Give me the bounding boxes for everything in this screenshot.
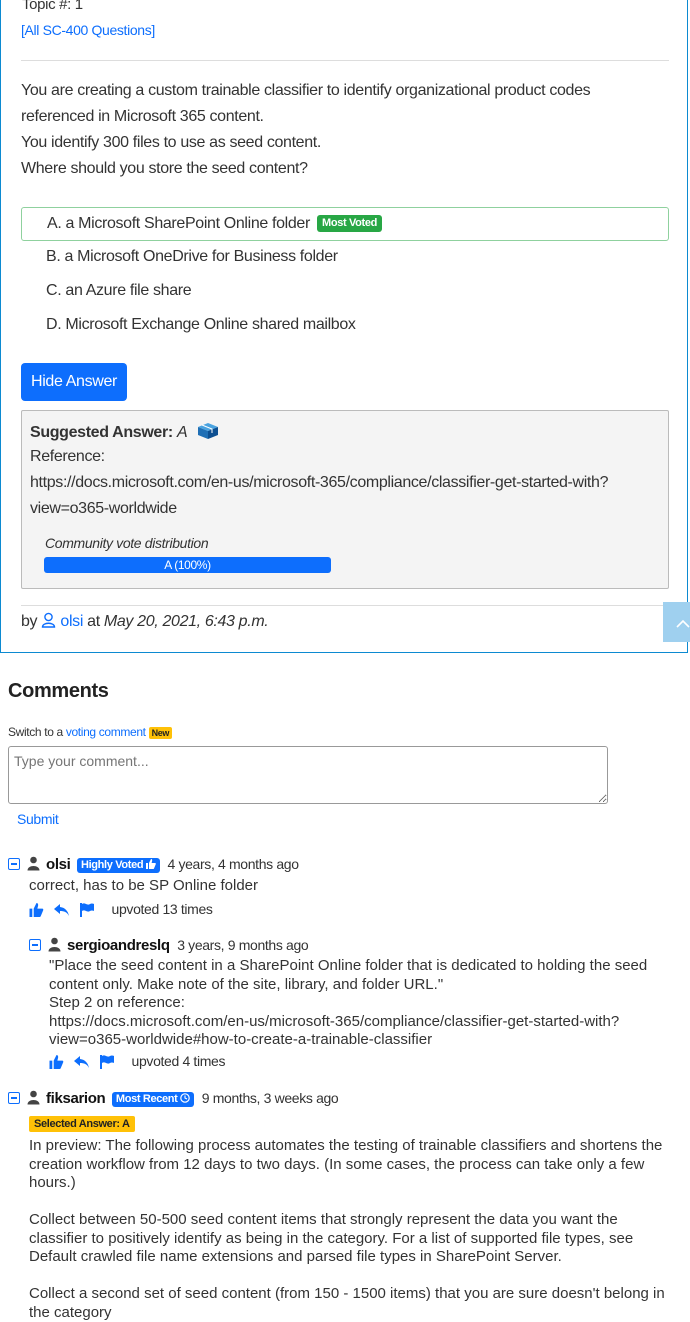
upvote-count: upvoted 13 times bbox=[111, 901, 213, 917]
upvote-icon[interactable] bbox=[49, 1055, 64, 1069]
comment-time: 4 years, 4 months ago bbox=[167, 856, 299, 872]
comment-username[interactable]: sergioandreslq bbox=[67, 937, 170, 954]
choice-label: B. a Microsoft OneDrive for Business fol… bbox=[46, 248, 338, 265]
most-recent-badge: Most Recent bbox=[111, 1092, 195, 1107]
comment-username[interactable]: fiksarion bbox=[46, 1090, 106, 1107]
question-line: You identify 300 files to use as seed co… bbox=[21, 134, 321, 151]
topic-number: Topic #: 1 bbox=[22, 0, 83, 13]
collapse-icon[interactable] bbox=[8, 1092, 20, 1104]
clock-icon bbox=[180, 1093, 191, 1103]
divider bbox=[21, 605, 669, 606]
vote-distribution-bar: A (100%) bbox=[44, 557, 331, 573]
selected-answer-badge: Selected Answer: A bbox=[29, 1116, 135, 1132]
voting-switch: Switch to a voting comment New bbox=[8, 725, 173, 739]
hide-answer-button[interactable]: Hide Answer bbox=[21, 363, 127, 401]
comment-actions: upvoted 4 times bbox=[49, 1052, 225, 1070]
comment-time: 9 months, 3 weeks ago bbox=[201, 1090, 339, 1106]
comment-body: correct, has to be SP Online folder bbox=[29, 877, 259, 894]
question-byline: by olsi at May 20, 2021, 6:43 p.m. bbox=[21, 612, 269, 633]
choice-b[interactable]: B. a Microsoft OneDrive for Business fol… bbox=[21, 241, 669, 275]
most-voted-badge: Most Voted bbox=[317, 215, 383, 233]
chevron-up-icon bbox=[676, 619, 690, 628]
question-line: Where should you store the seed content? bbox=[21, 160, 308, 177]
flag-icon[interactable] bbox=[99, 1055, 115, 1069]
scroll-to-top-button[interactable] bbox=[663, 602, 690, 642]
question-text: You are creating a custom trainable clas… bbox=[21, 78, 661, 182]
reference-url: https://docs.microsoft.com/en-us/microso… bbox=[30, 474, 609, 491]
choice-label: A. a Microsoft SharePoint Online folder bbox=[47, 215, 310, 232]
question-date: May 20, 2021, 6:43 p.m. bbox=[103, 613, 269, 630]
answer-box: Suggested Answer: A Reference: https://d… bbox=[21, 410, 669, 589]
voting-comment-link[interactable]: voting comment bbox=[66, 725, 146, 739]
comment-username[interactable]: olsi bbox=[46, 856, 71, 873]
reference-url-cont: view=o365-worldwide bbox=[30, 500, 177, 517]
collapse-icon[interactable] bbox=[8, 858, 20, 870]
suggested-answer-label: Suggested Answer: bbox=[30, 424, 173, 441]
comments-heading: Comments bbox=[8, 680, 109, 702]
divider bbox=[21, 60, 669, 61]
all-questions-link[interactable]: [All SC-400 Questions] bbox=[21, 22, 155, 38]
comment-header: sergioandreslq 3 years, 9 months ago bbox=[29, 935, 309, 957]
reference-label: Reference: bbox=[30, 448, 105, 465]
reply-icon[interactable] bbox=[53, 903, 70, 917]
choice-a[interactable]: A. a Microsoft SharePoint Online folder … bbox=[21, 207, 669, 241]
highly-voted-badge: Highly Voted bbox=[77, 858, 160, 873]
badge-label: Highly Voted bbox=[81, 859, 144, 871]
comment-body: "Place the seed content in a SharePoint … bbox=[49, 957, 648, 1048]
author-link[interactable]: olsi bbox=[60, 613, 83, 630]
suggested-answer: Suggested Answer: A bbox=[30, 422, 219, 445]
new-badge: New bbox=[148, 727, 173, 739]
comment-actions: upvoted 13 times bbox=[29, 900, 213, 918]
choice-c[interactable]: C. an Azure file share bbox=[21, 275, 669, 309]
upvote-count: upvoted 4 times bbox=[131, 1053, 226, 1069]
badge-label: Most Recent bbox=[115, 1093, 178, 1105]
collapse-icon[interactable] bbox=[29, 939, 41, 951]
switch-text: Switch to a bbox=[8, 725, 63, 739]
by-label: by bbox=[21, 613, 38, 630]
community-vote-label: Community vote distribution bbox=[45, 535, 209, 551]
thumbs-up-icon bbox=[145, 859, 156, 869]
submit-comment-button[interactable]: Submit bbox=[17, 811, 59, 827]
suggested-answer-value: A bbox=[176, 424, 188, 441]
upvote-icon[interactable] bbox=[29, 903, 44, 917]
comment-time: 3 years, 9 months ago bbox=[177, 937, 309, 953]
choice-label: D. Microsoft Exchange Online shared mail… bbox=[46, 316, 356, 333]
choice-d[interactable]: D. Microsoft Exchange Online shared mail… bbox=[21, 309, 669, 343]
comment-header: olsi Highly Voted 4 years, 4 months ago bbox=[8, 854, 299, 874]
choice-label: C. an Azure file share bbox=[46, 282, 192, 299]
question-line: You are creating a custom trainable clas… bbox=[21, 82, 591, 125]
comment-header: fiksarion Most Recent 9 months, 3 weeks … bbox=[8, 1088, 339, 1110]
flag-icon[interactable] bbox=[79, 903, 95, 917]
cube-icon[interactable] bbox=[197, 422, 219, 445]
at-label: at bbox=[87, 613, 100, 630]
comment-body: In preview: The following process automa… bbox=[29, 1137, 665, 1321]
user-icon bbox=[41, 612, 56, 633]
reply-icon[interactable] bbox=[73, 1055, 90, 1069]
person-icon bbox=[27, 856, 40, 876]
person-icon bbox=[48, 937, 61, 957]
person-icon bbox=[27, 1090, 40, 1110]
comment-textarea[interactable] bbox=[8, 746, 608, 804]
